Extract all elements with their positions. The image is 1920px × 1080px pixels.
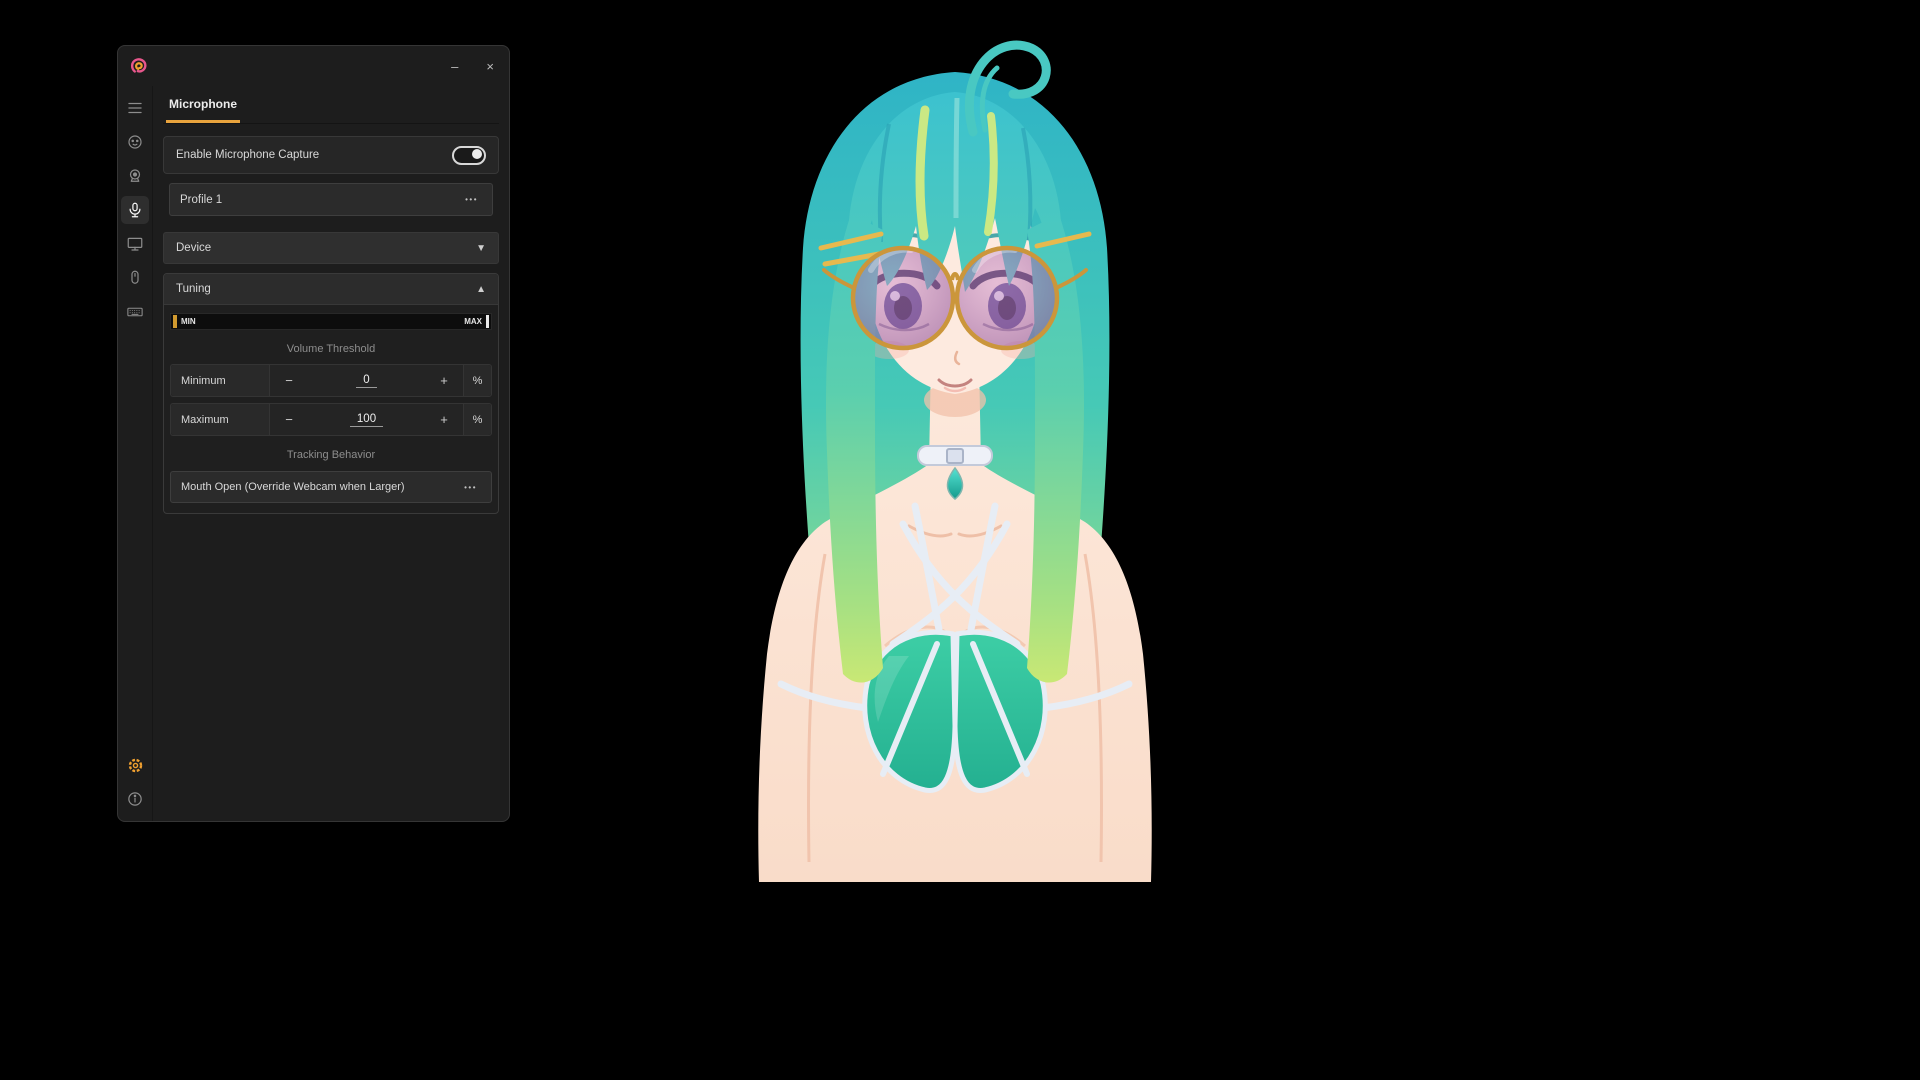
meter-max-label: MAX	[464, 317, 482, 326]
monitor-icon	[126, 235, 144, 253]
tuning-section: Tuning ▲ MIN MAX Volume Threshold Minimu…	[163, 273, 499, 514]
minimum-label: Minimum	[171, 365, 270, 396]
maximum-decrement-button[interactable]: −	[270, 404, 308, 435]
app-logo-icon	[126, 54, 150, 78]
maximum-threshold-row: Maximum − 100 + %	[170, 403, 492, 436]
hamburger-icon	[126, 99, 144, 117]
sidebar-item-menu[interactable]	[121, 94, 149, 122]
minimum-increment-button[interactable]: +	[425, 365, 463, 396]
tracking-behavior-value: Mouth Open (Override Webcam when Larger)	[181, 481, 405, 493]
camera-icon	[126, 167, 144, 185]
tracking-behavior-selector[interactable]: Mouth Open (Override Webcam when Larger)…	[170, 471, 492, 503]
minimum-value-field[interactable]: 0	[308, 365, 425, 396]
keyboard-icon	[126, 303, 144, 321]
profile-menu-button[interactable]: •••	[461, 193, 482, 206]
device-label: Device	[176, 242, 211, 254]
volume-level-meter: MIN MAX	[170, 313, 492, 330]
sidebar-item-camera[interactable]	[121, 162, 149, 190]
vtuber-avatar	[675, 32, 1235, 882]
maximum-increment-button[interactable]: +	[425, 404, 463, 435]
microphone-settings-window: – ×	[117, 45, 510, 822]
tab-bar: Microphone	[163, 86, 499, 124]
meter-min-marker	[173, 315, 177, 328]
minimum-decrement-button[interactable]: −	[270, 365, 308, 396]
minimum-threshold-row: Minimum − 0 + %	[170, 364, 492, 397]
volume-threshold-title: Volume Threshold	[164, 343, 498, 355]
enable-microphone-label: Enable Microphone Capture	[176, 149, 319, 161]
microphone-settings-content: Microphone Enable Microphone Capture Pro…	[152, 86, 509, 821]
chevron-down-icon: ▼	[476, 243, 486, 254]
sidebar-item-keyboard[interactable]	[121, 298, 149, 326]
minimize-button[interactable]: –	[442, 58, 467, 75]
gear-icon	[126, 756, 145, 775]
toggle-knob	[472, 149, 482, 159]
info-icon	[126, 790, 144, 808]
tuning-expander[interactable]: Tuning ▲	[164, 274, 498, 305]
app-background: – ×	[0, 0, 1920, 1080]
enable-microphone-toggle[interactable]	[452, 146, 486, 165]
sidebar	[118, 86, 152, 821]
sidebar-item-about[interactable]	[121, 785, 149, 813]
sidebar-item-microphone[interactable]	[121, 196, 149, 224]
titlebar: – ×	[118, 46, 509, 86]
device-expander[interactable]: Device ▼	[163, 232, 499, 264]
face-icon	[126, 133, 144, 151]
maximum-value-field[interactable]: 100	[308, 404, 425, 435]
sidebar-item-display[interactable]	[121, 230, 149, 258]
sidebar-item-face-tracking[interactable]	[121, 128, 149, 156]
chevron-up-icon: ▲	[476, 284, 486, 295]
profile-selector[interactable]: Profile 1 •••	[169, 183, 493, 216]
meter-min-label: MIN	[181, 317, 196, 326]
tracking-behavior-title: Tracking Behavior	[164, 449, 498, 461]
maximum-unit-label: %	[463, 404, 491, 435]
minimum-unit-label: %	[463, 365, 491, 396]
maximum-label: Maximum	[171, 404, 270, 435]
tuning-label: Tuning	[176, 283, 211, 295]
sidebar-item-mouse[interactable]	[121, 264, 149, 292]
close-button[interactable]: ×	[477, 58, 503, 75]
profile-label: Profile 1	[180, 194, 222, 206]
sidebar-item-settings[interactable]	[121, 751, 149, 779]
microphone-icon	[126, 201, 144, 219]
meter-max-marker	[486, 315, 489, 328]
enable-microphone-row: Enable Microphone Capture	[163, 136, 499, 174]
tracking-menu-button[interactable]: •••	[460, 481, 481, 494]
tab-microphone[interactable]: Microphone	[166, 86, 240, 123]
mouse-icon	[126, 269, 144, 287]
